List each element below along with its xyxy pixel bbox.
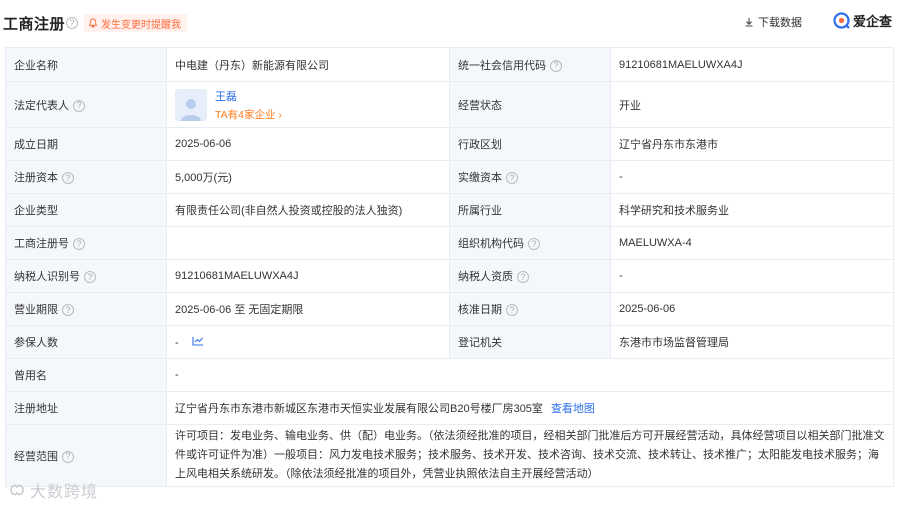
table-row: 营业期限? 2025-06-06 至 无固定期限 核准日期? 2025-06-0… — [5, 292, 894, 326]
value-status: 开业 — [610, 81, 894, 128]
value-authority: 东港市市场监督管理局 — [610, 325, 894, 359]
label-region: 行政区划 — [449, 127, 611, 161]
table-row: 企业名称 中电建（丹东）新能源有限公司 统一社会信用代码? 91210681MA… — [5, 47, 894, 82]
help-icon[interactable]: ? — [517, 271, 529, 284]
label-taxpayer-id: 纳税人识别号? — [5, 259, 167, 293]
value-taxpayer-id: 91210681MAELUWXA4J — [166, 259, 450, 293]
value-taxpayer-qual: - — [610, 259, 894, 293]
label-reg-capital: 注册资本? — [5, 160, 167, 194]
watermark-text: 大数跨境 — [30, 484, 99, 501]
value-insured: - — [166, 325, 450, 359]
value-term: 2025-06-06 至 无固定期限 — [166, 292, 450, 326]
label-insured: 参保人数 — [5, 325, 167, 359]
bell-icon — [88, 18, 98, 28]
value-former-name: - — [166, 358, 894, 392]
table-row: 注册地址 辽宁省丹东市东港市新城区东港市天恒实业发展有限公司B20号楼厂房305… — [5, 391, 894, 425]
help-icon[interactable]: ? — [506, 172, 518, 185]
value-established: 2025-06-06 — [166, 127, 450, 161]
table-row: 企业类型 有限责任公司(非自然人投资或控股的法人独资) 所属行业 科学研究和技术… — [5, 193, 894, 227]
table-row: 参保人数 - 登记机关 东港市市场监督管理局 — [5, 325, 894, 359]
value-address: 辽宁省丹东市东港市新城区东港市天恒实业发展有限公司B20号楼厂房305室 查看地图 — [166, 391, 894, 425]
address-text: 辽宁省丹东市东港市新城区东港市天恒实业发展有限公司B20号楼厂房305室 — [175, 403, 543, 415]
help-icon[interactable]: ? — [550, 59, 562, 72]
help-icon[interactable]: ? — [84, 271, 96, 284]
notify-label: 发生变更时提醒我 — [101, 19, 181, 31]
table-row: 曾用名 - — [5, 358, 894, 392]
label-authority: 登记机关 — [449, 325, 611, 359]
avatar[interactable] — [175, 88, 207, 121]
label-established: 成立日期 — [5, 127, 167, 161]
help-icon[interactable]: ? — [62, 450, 74, 463]
value-company-type: 有限责任公司(非自然人投资或控股的法人独资) — [166, 193, 450, 227]
label-status: 经营状态 — [449, 81, 611, 128]
value-region: 辽宁省丹东市东港市 — [610, 127, 894, 161]
help-icon[interactable]: ? — [528, 238, 540, 251]
legal-rep-companies-link[interactable]: TA有4家企业 › — [215, 107, 282, 122]
section-header: 工商注册 ? 发生变更时提醒我 下载数据 爱企查 — [0, 0, 900, 40]
value-company-name: 中电建（丹东）新能源有限公司 — [166, 47, 450, 82]
download-icon — [745, 18, 753, 27]
watermark-logo-icon — [10, 484, 24, 496]
label-company-name: 企业名称 — [5, 47, 167, 82]
aiqicha-logo-icon — [833, 12, 850, 29]
brand-logo: 爱企查 — [833, 11, 892, 30]
table-row: 法定代表人? 王磊 TA有4家企业 › 经营状态 开业 — [5, 81, 894, 128]
table-row: 经营范围? 许可项目：发电业务、输电业务、供（配）电业务。（依法须经批准的项目，… — [5, 424, 894, 487]
insured-value: - — [175, 336, 179, 349]
table-row: 纳税人识别号? 91210681MAELUWXA4J 纳税人资质? - — [5, 259, 894, 293]
label-approval-date: 核准日期? — [449, 292, 611, 326]
trend-chart-icon[interactable] — [192, 336, 204, 346]
label-credit-code: 统一社会信用代码? — [449, 47, 611, 82]
label-taxpayer-qual: 纳税人资质? — [449, 259, 611, 293]
table-row: 成立日期 2025-06-06 行政区划 辽宁省丹东市东港市 — [5, 127, 894, 161]
help-icon[interactable]: ? — [73, 238, 85, 251]
help-icon[interactable]: ? — [73, 99, 85, 112]
watermark: 大数跨境 — [8, 478, 98, 502]
value-org-code: MAELUWXA-4 — [610, 226, 894, 260]
person-icon — [181, 98, 201, 121]
value-legal-rep: 王磊 TA有4家企业 › — [166, 81, 450, 128]
table-row: 工商注册号? 组织机构代码? MAELUWXA-4 — [5, 226, 894, 260]
value-industry: 科学研究和技术服务业 — [610, 193, 894, 227]
view-map-link[interactable]: 查看地图 — [551, 403, 595, 415]
registration-table: 企业名称 中电建（丹东）新能源有限公司 统一社会信用代码? 91210681MA… — [5, 47, 894, 487]
brand-name: 爱企查 — [853, 14, 893, 29]
label-legal-rep: 法定代表人? — [5, 81, 167, 128]
download-label: 下载数据 — [758, 17, 802, 29]
value-credit-code: 91210681MAELUWXA4J — [610, 47, 894, 82]
download-data-button[interactable]: 下载数据 — [740, 12, 806, 32]
label-org-code: 组织机构代码? — [449, 226, 611, 260]
value-approval-date: 2025-06-06 — [610, 292, 894, 326]
table-row: 注册资本? 5,000万(元) 实缴资本? - — [5, 160, 894, 194]
value-reg-capital: 5,000万(元) — [166, 160, 450, 194]
help-icon[interactable]: ? — [62, 172, 74, 185]
legal-rep-name-link[interactable]: 王磊 — [215, 88, 282, 104]
label-term: 营业期限? — [5, 292, 167, 326]
label-address: 注册地址 — [5, 391, 167, 425]
label-industry: 所属行业 — [449, 193, 611, 227]
label-paid-capital: 实缴资本? — [449, 160, 611, 194]
value-paid-capital: - — [610, 160, 894, 194]
label-reg-number: 工商注册号? — [5, 226, 167, 260]
change-notify-button[interactable]: 发生变更时提醒我 — [84, 14, 187, 32]
help-icon[interactable]: ? — [506, 304, 518, 317]
section-title: 工商注册 — [3, 16, 66, 33]
help-icon[interactable]: ? — [66, 17, 78, 29]
value-reg-number — [166, 226, 450, 260]
help-icon[interactable]: ? — [62, 304, 74, 317]
label-company-type: 企业类型 — [5, 193, 167, 227]
label-former-name: 曾用名 — [5, 358, 167, 392]
value-scope: 许可项目：发电业务、输电业务、供（配）电业务。（依法须经批准的项目，经相关部门批… — [166, 424, 894, 487]
